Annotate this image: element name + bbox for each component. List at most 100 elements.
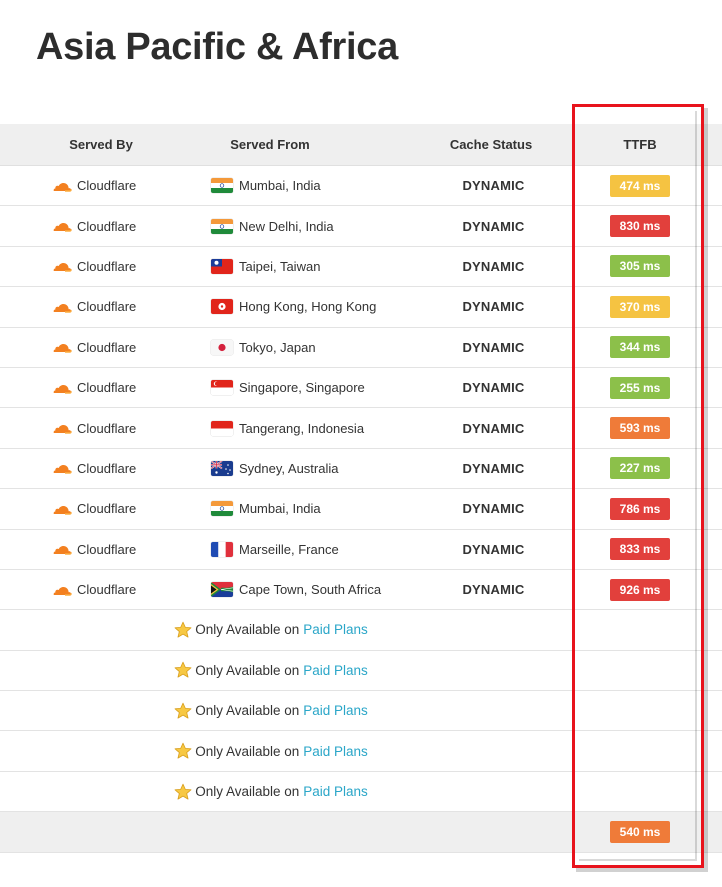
ttfb-badge: 344 ms [610, 336, 670, 359]
cloudflare-logo-icon [52, 341, 72, 353]
cache-status-value: DYNAMIC [462, 218, 525, 234]
ttfb-badge: 474 ms [610, 174, 670, 197]
ttfb-badge: 833 ms [610, 538, 670, 561]
served-by-value: Cloudflare [77, 420, 137, 436]
paid-plans-link[interactable]: Paid Plans [303, 703, 368, 718]
served-from-value: Cape Town, South Africa [239, 582, 382, 598]
cache-status-value: DYNAMIC [462, 178, 525, 194]
cloudflare-logo-icon [52, 260, 72, 273]
ttfb-badge: 370 ms [610, 295, 670, 318]
served-from-value: Tokyo, Japan [239, 339, 316, 355]
india-flag-icon [211, 178, 233, 194]
table-row: Cloudflare Tokyo, Japan DYNAMIC 344 ms [0, 328, 722, 368]
cloudflare-logo-icon [52, 422, 72, 434]
ttfb-badge: 593 ms [610, 417, 670, 440]
served-by-value: Cloudflare [77, 299, 137, 315]
table-footer-average: 540 ms [0, 812, 722, 854]
served-by-value: Cloudflare [77, 258, 137, 274]
page-title: Asia Pacific & Africa [36, 26, 398, 68]
paid-plan-text: Only Available on [195, 784, 300, 800]
cache-status-value: DYNAMIC [462, 460, 525, 476]
paid-plan-row: Only Available on Paid Plans [0, 610, 722, 651]
india-flag-icon [211, 501, 233, 517]
paid-plan-row: Only Available on Paid Plans [0, 772, 722, 813]
table-row: Cloudflare Taipei, Taiwan DYNAMIC 305 ms [0, 247, 722, 288]
table-row: Cloudflare Tangerang, Indonesia DYNAMIC 593… [0, 408, 722, 449]
served-from-value: Tangerang, Indonesia [239, 420, 365, 436]
table-row: Cloudflare Mumbai, India DYNAMIC 786 ms [0, 489, 722, 530]
served-from-value: Taipei, Taiwan [239, 258, 321, 274]
paid-plan-text: Only Available on [195, 743, 300, 759]
taiwan-flag-icon [211, 258, 233, 274]
table-row: Cloudflare Singapore, Singapore DYNAMIC 255… [0, 368, 722, 409]
star-icon [174, 783, 192, 801]
header-cache-status: Cache Status [449, 137, 533, 152]
cloudflare-logo-icon [52, 543, 72, 555]
star-icon [174, 661, 192, 679]
paid-plan-text: Only Available on [195, 703, 300, 719]
paid-plan-row: Only Available on Paid Plans [0, 691, 722, 732]
served-by-value: Cloudflare [77, 460, 137, 476]
served-by-value: Cloudflare [77, 541, 137, 557]
served-from-value: Singapore, Singapore [239, 380, 365, 396]
header-served-by: Served By [69, 137, 133, 152]
cloudflare-logo-icon [52, 382, 72, 394]
paid-plans-link[interactable]: Paid Plans [303, 663, 368, 678]
served-from-value: Hong Kong, Hong Kong [239, 299, 377, 315]
cache-status-value: DYNAMIC [462, 541, 525, 557]
south-africa-flag-icon [211, 582, 233, 598]
table-row: Cloudflare Cape Town, South Africa DYNAMIC… [0, 570, 722, 611]
table-row: Cloudflare New Delhi, India DYNAMIC 830 ms [0, 206, 722, 247]
served-by-value: Cloudflare [77, 582, 137, 598]
hong-kong-flag-icon [211, 299, 233, 315]
table-row: Cloudflare Sydney, Australia DYNAMIC 227 ms [0, 449, 722, 490]
ttfb-badge: 786 ms [610, 497, 670, 520]
header-served-from: Served From [230, 137, 310, 152]
ttfb-badge: 305 ms [610, 255, 670, 278]
cache-status-value: DYNAMIC [462, 380, 525, 396]
paid-plan-row: Only Available on Paid Plans [0, 731, 722, 772]
table-header: Served By Served From Cache Status TTFB [0, 124, 722, 166]
cache-status-value: DYNAMIC [462, 258, 525, 274]
ttfb-badge: 926 ms [610, 578, 670, 601]
paid-plan-text: Only Available on [195, 622, 300, 638]
cloudflare-logo-icon [52, 180, 72, 192]
header-ttfb: TTFB [623, 137, 657, 152]
paid-plan-text: Only Available on [195, 662, 300, 678]
served-by-value: Cloudflare [77, 380, 137, 396]
cloudflare-logo-icon [52, 301, 72, 313]
served-from-value: Mumbai, India [239, 178, 321, 194]
cloudflare-logo-icon [52, 220, 72, 232]
cache-status-value: DYNAMIC [462, 339, 525, 355]
results-table: Served By Served From Cache Status TTFB … [0, 124, 722, 854]
served-from-value: Mumbai, India [239, 501, 321, 517]
table-row: Cloudflare Hong Kong, Hong Kong DYNAMIC 370… [0, 287, 722, 328]
served-from-value: New Delhi, India [239, 218, 334, 234]
australia-flag-icon [211, 460, 233, 476]
average-ttfb-badge: 540 ms [610, 821, 670, 844]
star-icon [174, 621, 192, 639]
cloudflare-logo-icon [52, 503, 72, 515]
france-flag-icon [211, 541, 233, 557]
served-from-value: Sydney, Australia [239, 460, 339, 476]
india-flag-icon [211, 218, 233, 234]
ttfb-badge: 830 ms [610, 215, 670, 238]
served-from-value: Marseille, France [239, 541, 339, 557]
paid-plans-link[interactable]: Paid Plans [303, 744, 368, 759]
cache-status-value: DYNAMIC [462, 582, 525, 598]
cache-status-value: DYNAMIC [462, 501, 525, 517]
served-by-value: Cloudflare [77, 339, 137, 355]
cache-status-value: DYNAMIC [462, 420, 525, 436]
indonesia-flag-icon [211, 420, 233, 436]
star-icon [174, 702, 192, 720]
paid-plans-link[interactable]: Paid Plans [303, 622, 368, 637]
paid-plans-link[interactable]: Paid Plans [303, 784, 368, 799]
cloudflare-logo-icon [52, 584, 72, 596]
star-icon [174, 742, 192, 760]
ttfb-badge: 255 ms [610, 376, 670, 399]
table-row: Cloudflare Marseille, France DYNAMIC 833 ms [0, 530, 722, 570]
served-by-value: Cloudflare [77, 218, 137, 234]
cache-status-value: DYNAMIC [462, 299, 525, 315]
ttfb-badge: 227 ms [610, 457, 670, 480]
served-by-value: Cloudflare [77, 178, 137, 194]
